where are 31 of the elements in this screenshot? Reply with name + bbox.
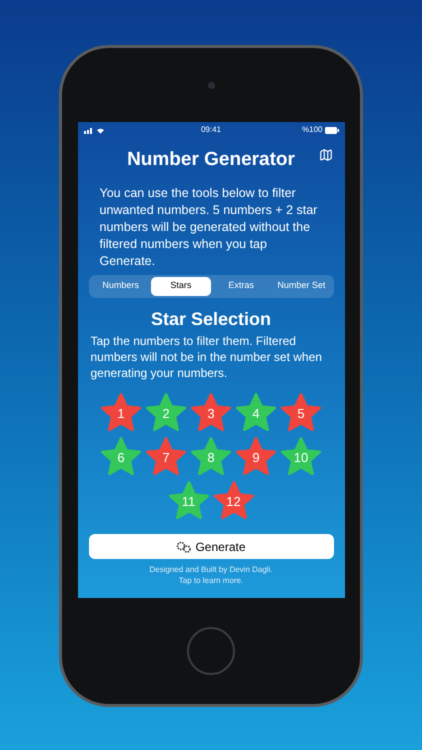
map-icon[interactable] [318, 148, 332, 162]
star-button[interactable]: 6 [100, 436, 142, 476]
star-button[interactable]: 12 [212, 480, 254, 520]
status-time: 09:41 [200, 124, 222, 136]
star-button[interactable]: 2 [145, 392, 187, 432]
star-button[interactable]: 10 [280, 436, 322, 476]
tab[interactable]: Numbers [90, 276, 151, 296]
star-button[interactable]: 5 [280, 392, 322, 432]
footer-link[interactable]: Tap to learn more. [178, 575, 244, 586]
camera-icon [208, 82, 214, 89]
app-title: Number Generator [127, 148, 295, 172]
tab[interactable]: Extras [211, 276, 272, 296]
description-text: You can use the tools below to filter unwanted numbers. 5 numbers + 2 star numbers will be generated without the filtered numbers when you tap Generate. [98, 184, 318, 270]
battery-icon [324, 126, 338, 134]
star-button[interactable]: 1 [100, 392, 142, 432]
tab[interactable]: Number Set [271, 276, 332, 296]
star-button[interactable]: 11 [168, 480, 210, 520]
star-button[interactable]: 9 [235, 436, 277, 476]
generate-button[interactable]: Generate [88, 534, 334, 559]
signal-icon [84, 126, 94, 134]
star-button[interactable]: 7 [145, 436, 187, 476]
star-button[interactable]: 4 [235, 392, 277, 432]
star-button[interactable]: 8 [190, 436, 232, 476]
section-title: Star Selection [150, 308, 272, 330]
gears-icon [176, 540, 192, 552]
tab[interactable]: Stars [150, 276, 211, 296]
footer-link[interactable]: Designed and Built by Devin Dagli. [149, 564, 273, 575]
instructions-text: Tap the numbers to filter them. Filtered numbers will not be in the number set when generating your numbers. [90, 332, 323, 380]
wifi-icon [96, 126, 104, 134]
battery-percent: %100 [302, 124, 322, 136]
star-button[interactable]: 3 [190, 392, 232, 432]
